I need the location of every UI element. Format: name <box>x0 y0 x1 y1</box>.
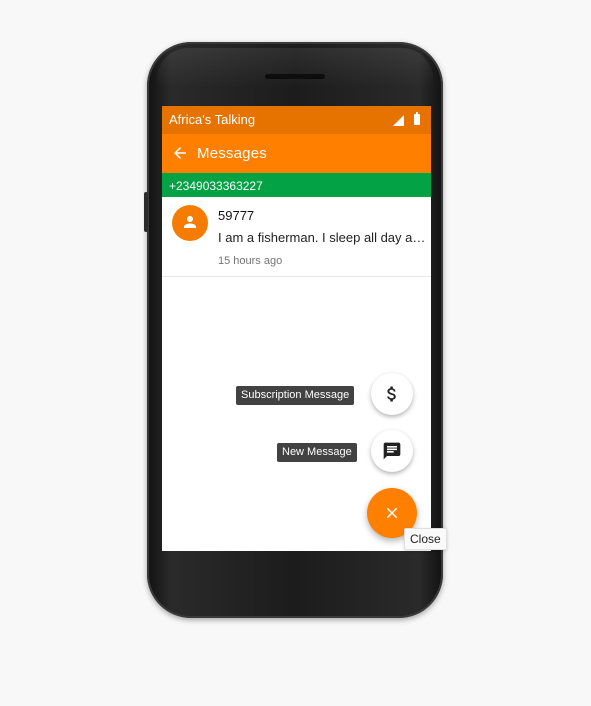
phone-number-bar: +2349033363227 <box>162 173 431 197</box>
page-title: Messages <box>197 145 267 162</box>
phone-speaker <box>265 74 325 79</box>
phone-screen: Africa's Talking Messages +2349033363227… <box>162 106 431 551</box>
signal-icon <box>393 115 404 126</box>
phone-number: +2349033363227 <box>169 179 263 193</box>
message-icon <box>383 442 401 460</box>
app-bar: Messages <box>162 134 431 173</box>
new-message-button[interactable] <box>371 430 413 472</box>
status-bar-app-name: Africa's Talking <box>169 112 256 127</box>
list-item[interactable]: 59777 I am a fisherman. I sleep all day … <box>162 197 431 277</box>
subscription-message-button[interactable] <box>371 373 413 415</box>
arrow-back-icon[interactable] <box>171 144 189 162</box>
phone-shine <box>157 48 433 88</box>
status-bar: Africa's Talking <box>162 106 431 134</box>
subscription-message-label[interactable]: Subscription Message <box>236 386 355 405</box>
battery-icon <box>414 112 420 125</box>
close-tooltip: Close <box>404 528 447 550</box>
person-icon <box>184 216 196 228</box>
message-sender: 59777 <box>218 208 255 223</box>
new-message-label[interactable]: New Message <box>277 443 357 462</box>
avatar <box>172 205 208 241</box>
close-icon <box>386 507 398 519</box>
dollar-icon <box>387 386 396 402</box>
message-preview: I am a fisherman. I sleep all day and fi… <box>218 230 426 245</box>
message-time: 15 hours ago <box>218 255 283 267</box>
phone-side-button <box>144 192 148 232</box>
